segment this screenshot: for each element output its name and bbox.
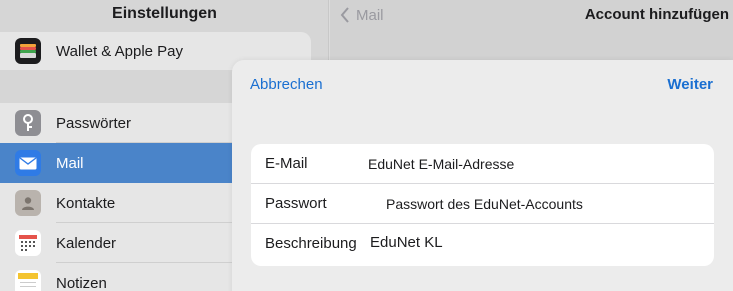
wallet-icon: [15, 38, 41, 64]
account-form: E-Mail EduNet E-Mail-Adresse Passwort Pa…: [251, 144, 714, 266]
sidebar-item-label: Wallet & Apple Pay: [56, 42, 184, 60]
sidebar-item-label: Kalender: [56, 234, 117, 252]
sidebar-item-label: Notizen: [56, 274, 107, 291]
notes-icon: [15, 270, 41, 291]
mail-icon: [15, 150, 41, 176]
description-field[interactable]: EduNet KL: [370, 234, 443, 251]
back-button[interactable]: Mail: [340, 4, 384, 26]
password-row[interactable]: Passwort Passwort des EduNet-Accounts: [251, 184, 714, 224]
description-row[interactable]: Beschreibung EduNet KL: [251, 224, 714, 264]
calendar-icon: [15, 230, 41, 256]
back-button-label: Mail: [356, 6, 384, 24]
settings-screen: Einstellungen Wallet & Apple Pay Passwör…: [0, 0, 733, 291]
description-label: Beschreibung: [265, 235, 357, 252]
password-label: Passwort: [265, 195, 327, 212]
contacts-icon: [15, 190, 41, 216]
key-icon: [15, 110, 41, 136]
sidebar-item-label: Kontakte: [56, 194, 116, 212]
password-field[interactable]: Passwort des EduNet-Accounts: [386, 196, 583, 212]
email-field[interactable]: EduNet E-Mail-Adresse: [368, 156, 514, 172]
cancel-button[interactable]: Abbrechen: [250, 76, 323, 93]
sidebar-item-label: Mail: [56, 154, 84, 172]
email-row[interactable]: E-Mail EduNet E-Mail-Adresse: [251, 144, 714, 184]
sidebar-item-label: Passwörter: [56, 114, 132, 132]
add-account-sheet: Abbrechen Weiter E-Mail EduNet E-Mail-Ad…: [232, 60, 733, 291]
email-label: E-Mail: [265, 155, 308, 172]
chevron-left-icon: [340, 7, 349, 23]
sidebar-title: Einstellungen: [112, 5, 217, 22]
next-button[interactable]: Weiter: [667, 76, 713, 93]
page-title: Account hinzufügen: [584, 6, 729, 23]
